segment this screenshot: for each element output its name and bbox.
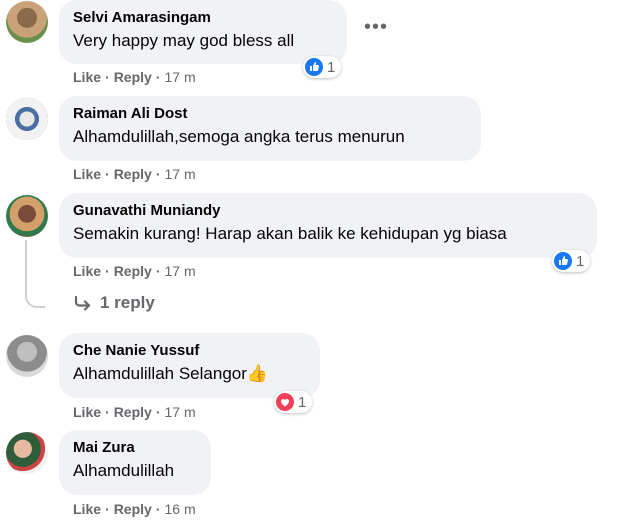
comment-author[interactable]: Selvi Amarasingam — [73, 8, 333, 27]
reply-button[interactable]: Reply — [114, 263, 152, 279]
comment-author[interactable]: Raiman Ali Dost — [73, 104, 467, 123]
comment-bubble: Che Nanie Yussuf Alhamdulillah Selangor👍 — [59, 333, 320, 398]
comment-text: Semakin kurang! Harap akan balik ke kehi… — [73, 224, 507, 243]
avatar[interactable] — [6, 432, 48, 474]
reaction-badge[interactable]: 1 — [552, 250, 591, 272]
comment-author[interactable]: Che Nanie Yussuf — [73, 341, 306, 360]
reply-button[interactable]: Reply — [114, 501, 152, 517]
comment-author[interactable]: Mai Zura — [73, 438, 197, 457]
comment-text: Alhamdulillah Selangor👍 — [73, 364, 269, 383]
more-options-icon[interactable]: ••• — [364, 17, 388, 37]
comment-timestamp[interactable]: 17 m — [164, 404, 195, 420]
reply-button[interactable]: Reply — [114, 166, 152, 182]
avatar[interactable] — [6, 195, 48, 237]
comment-text: Alhamdulillah,semoga angka terus menurun — [73, 127, 405, 146]
avatar[interactable] — [6, 335, 48, 377]
comment-bubble: Raiman Ali Dost Alhamdulillah,semoga ang… — [59, 96, 481, 161]
comment-bubble: Selvi Amarasingam Very happy may god ble… — [59, 0, 347, 64]
reply-thread-line — [25, 240, 45, 308]
view-replies-link[interactable]: 1 reply — [74, 293, 155, 313]
replies-count: 1 reply — [100, 293, 155, 312]
like-icon — [305, 58, 323, 76]
comment-actions: Like · Reply · 17 m — [73, 166, 196, 182]
comment-actions: Like · Reply · 16 m — [73, 501, 196, 517]
reply-arrow-icon — [74, 295, 91, 311]
comment-author[interactable]: Gunavathi Muniandy — [73, 201, 583, 220]
like-button[interactable]: Like — [73, 69, 101, 85]
like-button[interactable]: Like — [73, 501, 101, 517]
comment-text: Very happy may god bless all — [73, 31, 295, 50]
like-button[interactable]: Like — [73, 166, 101, 182]
comment-bubble: Gunavathi Muniandy Semakin kurang! Harap… — [59, 193, 597, 258]
love-icon — [276, 393, 294, 411]
like-button[interactable]: Like — [73, 404, 101, 420]
reaction-badge[interactable]: 1 — [274, 391, 313, 413]
like-button[interactable]: Like — [73, 263, 101, 279]
comment-timestamp[interactable]: 17 m — [164, 69, 195, 85]
reaction-count: 1 — [327, 58, 336, 76]
reaction-badge[interactable]: 1 — [303, 56, 342, 78]
thumbs-up-emoji: 👍 — [246, 364, 269, 383]
reply-button[interactable]: Reply — [114, 69, 152, 85]
reply-button[interactable]: Reply — [114, 404, 152, 420]
comment-timestamp[interactable]: 16 m — [164, 501, 195, 517]
comment-actions: Like · Reply · 17 m — [73, 263, 196, 279]
comment-timestamp[interactable]: 17 m — [164, 263, 195, 279]
avatar[interactable] — [6, 98, 48, 140]
reaction-count: 1 — [298, 393, 307, 411]
like-icon — [554, 252, 572, 270]
comment-actions: Like · Reply · 17 m — [73, 69, 196, 85]
comment-actions: Like · Reply · 17 m — [73, 404, 196, 420]
avatar[interactable] — [6, 1, 48, 43]
comment-timestamp[interactable]: 17 m — [164, 166, 195, 182]
reaction-count: 1 — [576, 252, 585, 270]
comment-text: Alhamdulillah — [73, 461, 175, 480]
comment-bubble: Mai Zura Alhamdulillah — [59, 430, 211, 495]
